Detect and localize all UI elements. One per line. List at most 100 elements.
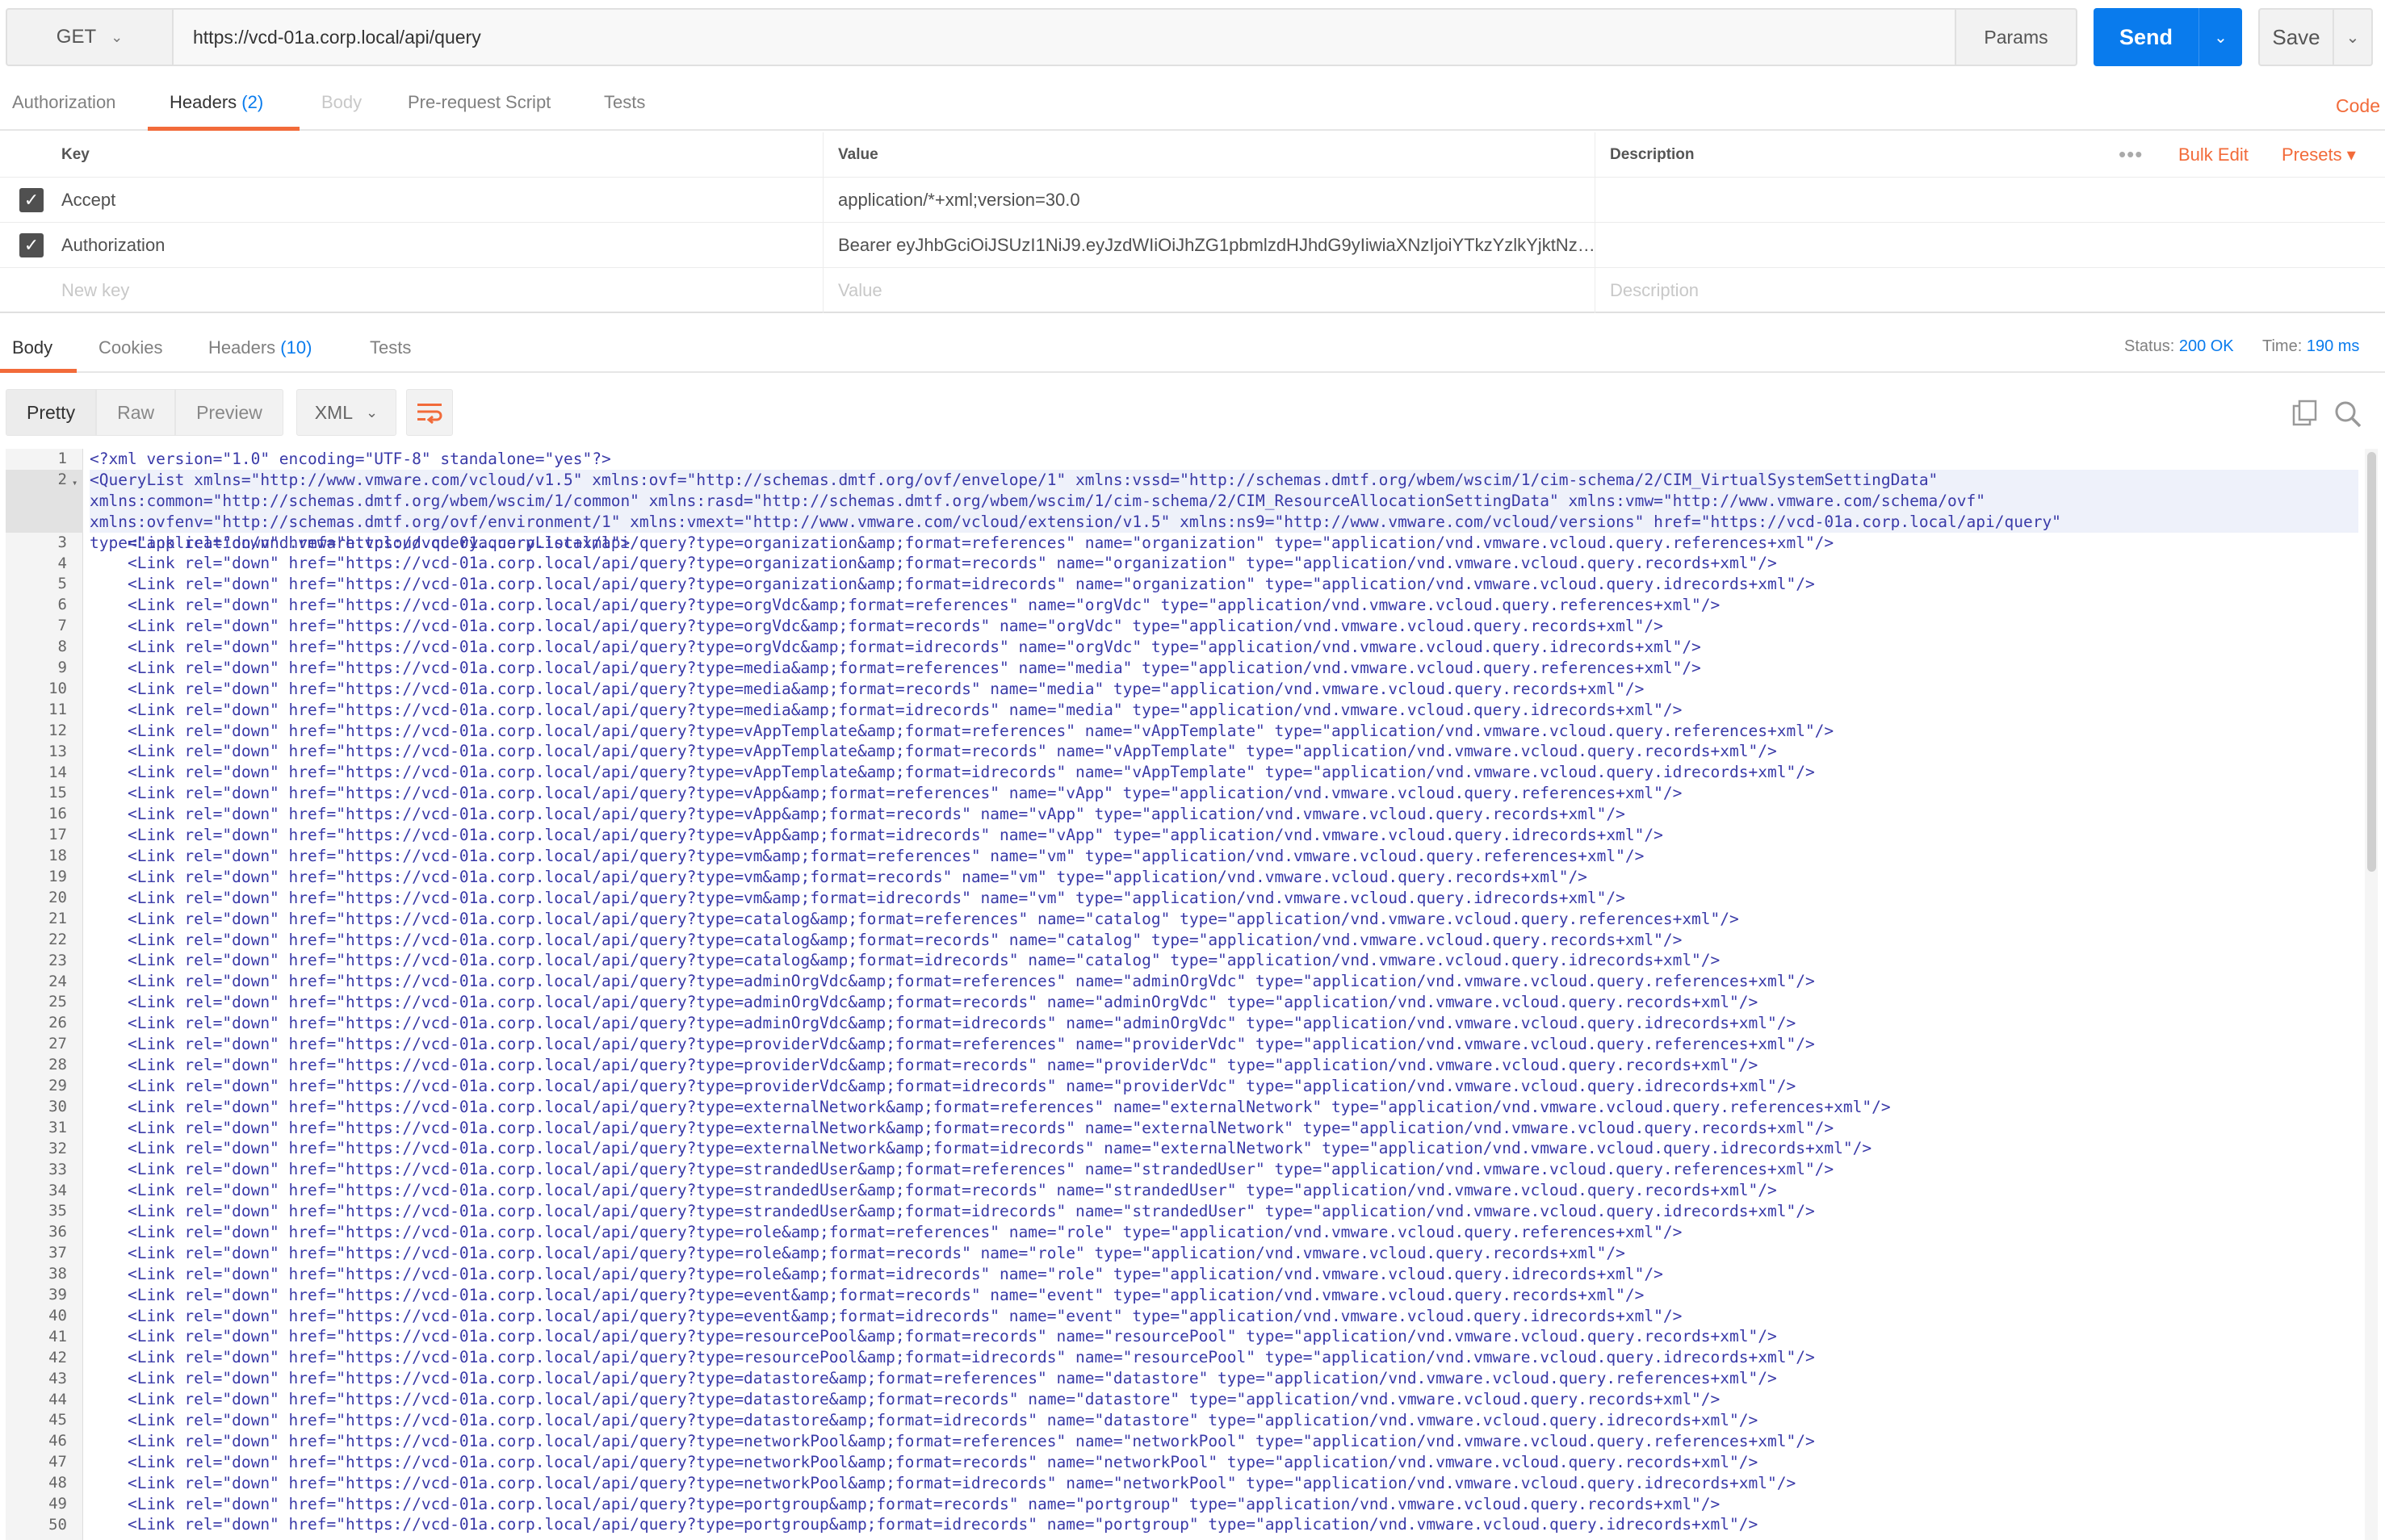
chevron-down-icon: ⌄	[2214, 28, 2228, 47]
line-number: 43	[48, 1369, 67, 1387]
save-dropdown-button[interactable]: ⌄	[2334, 8, 2373, 66]
line-number: 34	[48, 1181, 67, 1199]
status-value: 200 OK	[2178, 337, 2234, 355]
pretty-button[interactable]: Pretty	[6, 389, 97, 436]
raw-button[interactable]: Raw	[96, 389, 176, 436]
tab-cookies[interactable]: Cookies	[99, 337, 162, 376]
params-button[interactable]: Params	[1956, 8, 2077, 66]
line-number: 44	[48, 1390, 67, 1408]
line-number: 6	[57, 596, 67, 614]
presets-dropdown[interactable]: Presets ▾	[2267, 132, 2385, 177]
header-enabled-checkbox[interactable]: ✓	[19, 188, 44, 212]
new-key-input[interactable]: New key	[47, 268, 824, 313]
line-number: 13	[48, 742, 67, 760]
line-number: 37	[48, 1244, 67, 1262]
vertical-scrollbar[interactable]	[2365, 449, 2378, 1540]
tab-headers-label: Headers	[170, 92, 237, 112]
url-input[interactable]: https://vcd-01a.corp.local/api/query	[174, 8, 1956, 66]
tab-authorization[interactable]: Authorization	[12, 92, 115, 131]
response-body-viewer[interactable]: 1 2 ▾ 3 4 5 6 7 8 9 10 11 12 13 14 15 16 17 18 19 20 21 22 23 24…	[6, 449, 2378, 1540]
code-line: <Link rel="down" href="https://vcd-01a.c…	[90, 1431, 1815, 1450]
fold-toggle-icon[interactable]: ▾	[72, 473, 78, 494]
header-description-field[interactable]	[1595, 178, 2385, 222]
code-line: <Link rel="down" href="https://vcd-01a.c…	[90, 1243, 1625, 1262]
header-value-field[interactable]: Bearer eyJhbGciOiJSUzI1NiJ9.eyJzdWIiOiJh…	[824, 223, 1595, 267]
code-line: <Link rel="down" href="https://vcd-01a.c…	[90, 867, 1587, 886]
line-number: 36	[48, 1223, 67, 1241]
format-label: XML	[314, 401, 353, 423]
code-line: <Link rel="down" href="https://vcd-01a.c…	[90, 596, 1721, 615]
method-label: GET	[56, 26, 97, 48]
scrollbar-thumb[interactable]	[2367, 452, 2376, 872]
response-toolbar: Pretty Raw Preview XML ⌄	[6, 389, 453, 436]
header-key-field[interactable]: Authorization	[47, 223, 824, 267]
headers-table: Key Value Description ••• Bulk Edit Pres…	[0, 132, 2385, 313]
code-line: <Link rel="down" href="https://vcd-01a.c…	[90, 1452, 1758, 1471]
tab-response-tests[interactable]: Tests	[370, 337, 411, 376]
line-number: 39	[48, 1286, 67, 1304]
line-number: 20	[48, 888, 67, 906]
send-button[interactable]: Send	[2094, 8, 2198, 66]
tab-response-headers-count: (10)	[280, 337, 312, 358]
line-number: 48	[48, 1474, 67, 1492]
code-line: <?xml version="1.0" encoding="UTF-8" sta…	[90, 450, 611, 468]
method-select[interactable]: GET ⌄	[6, 8, 174, 66]
header-key-field[interactable]: Accept	[47, 178, 824, 222]
code-line: <Link rel="down" href="https://vcd-01a.c…	[90, 658, 1701, 677]
chevron-down-icon: ⌄	[111, 28, 124, 45]
time-indicator: Time: 190 ms	[2262, 337, 2359, 356]
column-key: Key	[47, 132, 824, 177]
new-description-input[interactable]: Description	[1595, 268, 2385, 313]
column-description: Description	[1610, 145, 1695, 163]
url-text: https://vcd-01a.corp.local/api/query	[193, 26, 481, 48]
chevron-down-icon: ⌄	[2345, 28, 2360, 47]
code-line: <Link rel="down" href="https://vcd-01a.c…	[90, 742, 1777, 761]
code-line: <Link rel="down" href="https://vcd-01a.c…	[90, 1014, 1796, 1033]
line-number: 12	[48, 721, 67, 739]
status-label: Status:	[2124, 337, 2175, 355]
new-header-row: New key Value Description	[0, 268, 2385, 313]
status-indicator: Status: 200 OK	[2124, 337, 2234, 356]
code-line: <Link rel="down" href="https://vcd-01a.c…	[90, 1494, 1721, 1513]
code-line: <Link rel="down" href="https://vcd-01a.c…	[90, 1369, 1777, 1388]
code-line: <Link rel="down" href="https://vcd-01a.c…	[90, 1076, 1796, 1095]
column-value: Value	[824, 132, 1595, 177]
code-link[interactable]: Code	[2336, 95, 2380, 117]
code-line: <Link rel="down" href="https://vcd-01a.c…	[90, 763, 1815, 782]
line-number: 40	[48, 1306, 67, 1324]
line-number: 23	[48, 951, 67, 969]
header-value-field[interactable]: application/*+xml;version=30.0	[824, 178, 1595, 222]
search-icon[interactable]	[2333, 400, 2362, 429]
code-line: <Link rel="down" href="https://vcd-01a.c…	[90, 1306, 1683, 1325]
tab-headers[interactable]: Headers (2)	[170, 92, 263, 131]
header-description-field[interactable]	[1595, 223, 2385, 267]
tab-response-headers[interactable]: Headers (10)	[208, 337, 312, 376]
code-line: <Link rel="down" href="https://vcd-01a.c…	[90, 1160, 1834, 1179]
wrap-lines-button[interactable]	[405, 389, 453, 436]
bulk-edit-link[interactable]: Bulk Edit	[2164, 132, 2269, 177]
line-number: 18	[48, 847, 67, 865]
format-select[interactable]: XML ⌄	[296, 389, 396, 436]
headers-table-header: Key Value Description ••• Bulk Edit Pres…	[0, 132, 2385, 178]
send-dropdown-button[interactable]: ⌄	[2198, 8, 2242, 66]
new-value-input[interactable]: Value	[824, 268, 1595, 313]
tab-tests[interactable]: Tests	[604, 92, 645, 131]
line-number: 45	[48, 1411, 67, 1429]
line-number: 29	[48, 1077, 67, 1094]
code-line: <Link rel="down" href="https://vcd-01a.c…	[90, 1264, 1663, 1283]
code-line: <Link rel="down" href="https://vcd-01a.c…	[90, 1034, 1815, 1053]
code-line: <Link rel="down" href="https://vcd-01a.c…	[90, 721, 1834, 740]
header-enabled-checkbox[interactable]: ✓	[19, 233, 44, 257]
code-line: <Link rel="down" href="https://vcd-01a.c…	[90, 826, 1663, 845]
copy-icon[interactable]	[2291, 400, 2319, 427]
code-line: <Link rel="down" href="https://vcd-01a.c…	[90, 1390, 1721, 1409]
code-line: <Link rel="down" href="https://vcd-01a.c…	[90, 575, 1815, 594]
line-number: 47	[48, 1453, 67, 1471]
code-line: <Link rel="down" href="https://vcd-01a.c…	[90, 1285, 1645, 1304]
line-number: 14	[48, 763, 67, 781]
tab-pre-request-script[interactable]: Pre-request Script	[408, 92, 551, 131]
save-button[interactable]: Save	[2258, 8, 2334, 66]
tab-body[interactable]: Body	[321, 92, 362, 131]
line-number: 31	[48, 1118, 67, 1136]
preview-button[interactable]: Preview	[175, 389, 283, 436]
